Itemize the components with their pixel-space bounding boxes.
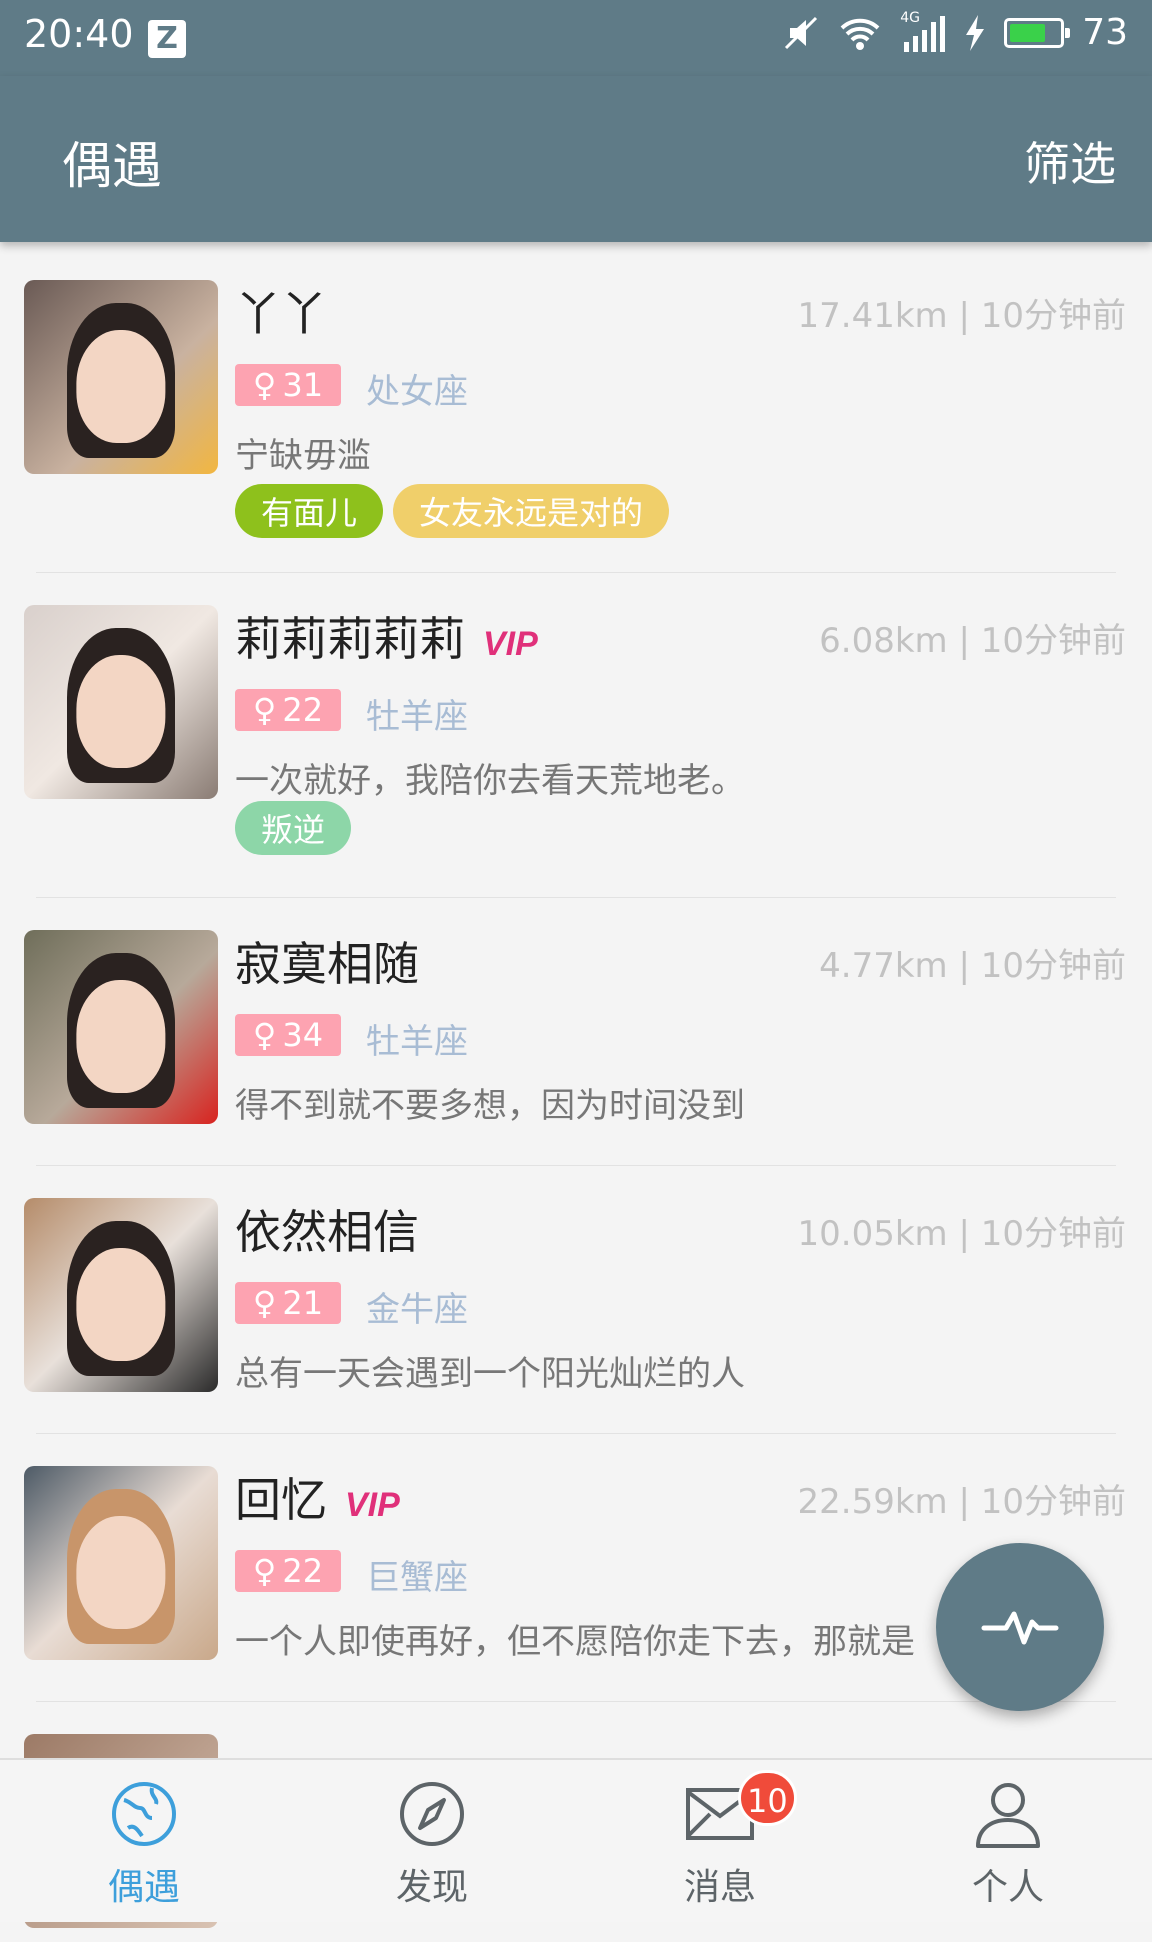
user-name-text: 莉莉莉莉莉 xyxy=(235,612,465,666)
avatar[interactable] xyxy=(24,605,218,799)
user-name-text: 依然相信 xyxy=(235,1205,419,1259)
distance-time: 17.41km | 10分钟前 xyxy=(797,296,1126,336)
distance-time: 22.59km | 10分钟前 xyxy=(797,1482,1126,1522)
distance-time: 6.08km | 10分钟前 xyxy=(819,621,1126,661)
wifi-icon xyxy=(840,18,880,50)
user-name: 回忆 VIP xyxy=(235,1464,400,1530)
tag: 有面儿 xyxy=(235,484,384,538)
zodiac: 金牛座 xyxy=(366,1290,468,1330)
zodiac: 牡羊座 xyxy=(366,1022,468,1062)
network-type: 4G xyxy=(900,9,920,26)
avatar[interactable] xyxy=(24,1466,218,1660)
age-value: 31 xyxy=(282,366,324,404)
zodiac: 巨蟹座 xyxy=(366,1558,468,1598)
motto: 一次就好，我陪你去看天荒地老。 xyxy=(235,761,745,801)
list-item[interactable]: 寂寞相随 4.77km | 10分钟前 ♀ 34 牡羊座 得不到就不要多想，因为时… xyxy=(0,898,1152,1166)
avatar[interactable] xyxy=(24,1198,218,1392)
female-icon: ♀ xyxy=(252,691,277,729)
female-icon: ♀ xyxy=(252,1552,277,1590)
list-item[interactable]: 依然相信 10.05km | 10分钟前 ♀ 21 金牛座 总有一天会遇到一个阳光… xyxy=(0,1166,1152,1434)
nav-label: 个人 xyxy=(971,1867,1044,1908)
nav-item-encounter[interactable]: 偶遇 xyxy=(0,1760,288,1922)
user-name: 寂寞相随 xyxy=(235,928,419,994)
tag: 叛逆 xyxy=(235,801,352,855)
nav-label: 消息 xyxy=(683,1867,756,1908)
distance-time: 4.77km | 10分钟前 xyxy=(819,946,1126,986)
age-badge: ♀ 34 xyxy=(235,1014,341,1056)
motto: 宁缺毋滥 xyxy=(235,436,371,476)
distance-time: 10.05km | 10分钟前 xyxy=(797,1214,1126,1254)
age-value: 22 xyxy=(282,691,324,729)
user-name-text: 寂寞相随 xyxy=(235,937,419,991)
motto: 一个人即使再好，但不愿陪你走下去，那就是 xyxy=(235,1622,915,1662)
app-bar: 偶遇 筛选 xyxy=(0,76,1152,242)
user-name: 丫丫 xyxy=(235,278,327,344)
avatar[interactable] xyxy=(24,930,218,1124)
age-badge: ♀ 22 xyxy=(235,689,341,731)
zodiac: 牡羊座 xyxy=(366,697,468,737)
pulse-button[interactable] xyxy=(936,1543,1104,1711)
bottom-nav: 偶遇 发现 10 消息 个人 xyxy=(0,1758,1152,1922)
nav-item-discover[interactable]: 发现 xyxy=(288,1760,576,1922)
user-name-text: 回忆 xyxy=(235,1473,327,1527)
signal-icon: 4G xyxy=(900,10,946,52)
tag: 女友永远是对的 xyxy=(393,484,670,538)
vip-badge: VIP xyxy=(345,1486,400,1524)
filter-button[interactable]: 筛选 xyxy=(1024,128,1116,194)
motto: 得不到就不要多想，因为时间没到 xyxy=(235,1086,745,1126)
age-badge: ♀ 21 xyxy=(235,1282,341,1324)
nav-label: 发现 xyxy=(395,1867,468,1908)
nav-label: 偶遇 xyxy=(107,1867,180,1908)
user-name: 莉莉莉莉莉 VIP xyxy=(235,603,538,669)
avatar[interactable] xyxy=(24,280,218,474)
age-value: 34 xyxy=(282,1016,324,1054)
user-name: 依然相信 xyxy=(235,1196,419,1262)
vip-badge: VIP xyxy=(483,625,538,663)
globe-icon xyxy=(112,1782,176,1846)
female-icon: ♀ xyxy=(252,1284,277,1322)
battery-level: 73 xyxy=(1082,12,1128,53)
user-name-text: 丫丫 xyxy=(235,287,327,341)
age-badge: ♀ 31 xyxy=(235,364,341,406)
charging-icon xyxy=(966,14,985,51)
status-bar: 20:40 Z 4G 73 xyxy=(0,0,1152,76)
nav-item-profile[interactable]: 个人 xyxy=(864,1760,1152,1922)
status-icons: 4G 73 xyxy=(782,10,1128,53)
age-value: 21 xyxy=(282,1284,324,1322)
status-time: 20:40 xyxy=(24,12,134,56)
mute-icon xyxy=(785,16,818,49)
age-value: 22 xyxy=(282,1552,324,1590)
zodiac: 处女座 xyxy=(366,372,468,412)
tag-list: 有面儿 女友永远是对的 xyxy=(235,484,670,538)
list-item[interactable]: 丫丫 17.41km | 10分钟前 ♀ 31 处女座 宁缺毋滥 有面儿 女友永远… xyxy=(0,248,1152,573)
battery-icon xyxy=(1004,17,1071,48)
tag-list: 叛逆 xyxy=(235,801,352,855)
person-icon xyxy=(976,1783,1040,1848)
z-app-icon: Z xyxy=(148,20,186,58)
age-badge: ♀ 22 xyxy=(235,1550,341,1592)
female-icon: ♀ xyxy=(252,366,277,404)
page-title: 偶遇 xyxy=(62,137,162,195)
compass-icon xyxy=(400,1782,464,1846)
motto: 总有一天会遇到一个阳光灿烂的人 xyxy=(235,1354,745,1394)
unread-badge: 10 xyxy=(738,1770,797,1826)
pulse-icon xyxy=(981,1611,1059,1645)
female-icon: ♀ xyxy=(252,1016,277,1054)
list-item[interactable]: 莉莉莉莉莉 VIP 6.08km | 10分钟前 ♀ 22 牡羊座 一次就好，我陪你… xyxy=(0,573,1152,898)
nav-item-messages[interactable]: 10 消息 xyxy=(576,1760,864,1922)
